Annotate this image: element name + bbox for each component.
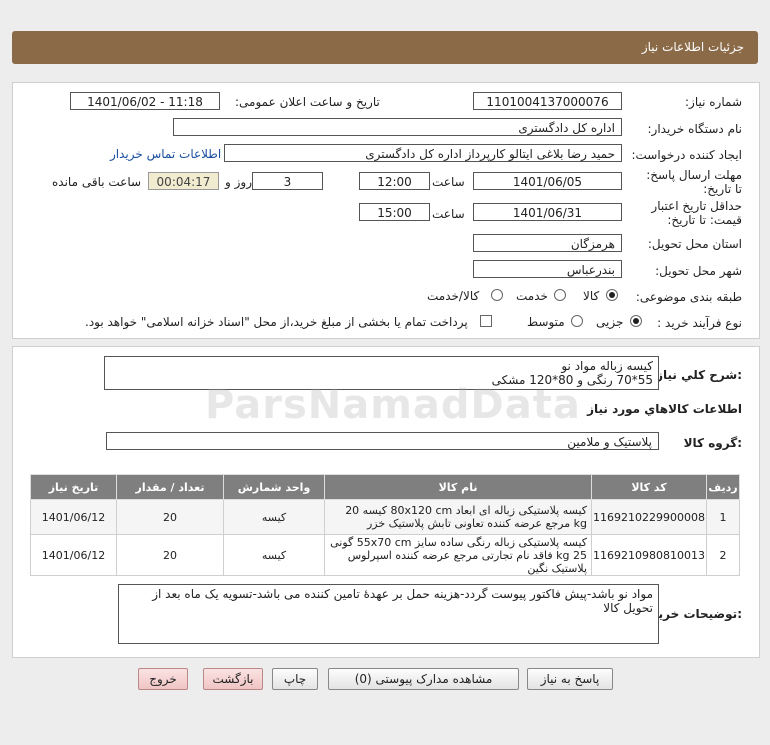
goods-table-header: ردیف کد کالا نام کالا واحد شمارش تعداد /…: [29, 474, 740, 500]
creator-label: ایجاد کننده درخواست:: [631, 148, 742, 162]
item-name: کیسه پلاستیکی زباله ای ابعاد 80x120 cm ک…: [324, 499, 593, 535]
col-row: ردیف: [706, 474, 740, 500]
days-field: 3: [252, 172, 323, 190]
announce-field: 1401/06/02 - 11:18: [70, 92, 220, 110]
city-label: شهر محل تحویل:: [655, 264, 742, 278]
category-option-service: خدمت: [516, 289, 548, 303]
category-radio-goods-service[interactable]: [491, 289, 503, 301]
reply-button[interactable]: پاسخ به نیاز: [527, 668, 613, 690]
buyer-org-field: اداره کل دادگستری: [173, 118, 622, 136]
deadline-time-label: ساعت: [432, 175, 465, 189]
item-unit: کیسه: [223, 534, 326, 576]
treasury-payment-checkbox[interactable]: [480, 315, 492, 327]
item-qty: 20: [116, 534, 225, 576]
validity-time-label: ساعت: [432, 207, 465, 221]
process-label: نوع فرآیند خرید :: [657, 316, 742, 330]
need-number-field: 1101004137000076: [473, 92, 622, 110]
row-number: 2: [706, 534, 740, 576]
page-title: جزئیات اطلاعات نیاز: [641, 40, 744, 54]
need-number-label: شماره نیاز:: [685, 95, 742, 109]
validity-label: حداقل تاریخ اعتبار قیمت: تا تاریخ:: [651, 199, 742, 227]
validity-date-field: 1401/06/31: [473, 203, 622, 221]
page-header: جزئیات اطلاعات نیاز: [12, 31, 758, 64]
province-label: استان محل تحویل:: [647, 237, 742, 251]
buyer-org-label: نام دستگاه خریدار:: [647, 122, 743, 136]
item-code: 1169210980810013: [591, 534, 707, 576]
col-qty: تعداد / مقدار: [116, 474, 225, 500]
col-date: تاریخ نیاز: [29, 474, 118, 500]
category-option-goods: کالا: [583, 289, 600, 303]
exit-button[interactable]: خروج: [138, 668, 188, 690]
process-option-medium: متوسط: [527, 315, 565, 329]
item-date: 1401/06/12: [29, 534, 118, 576]
goods-group-label: گروه کالا:: [683, 436, 742, 450]
days-label: روز و: [225, 175, 252, 189]
goods-info-title: اطلاعات کالاهاي مورد نياز: [587, 402, 742, 416]
buyer-contact-link[interactable]: اطلاعات تماس خریدار: [110, 147, 221, 161]
item-code: 1169210229900008: [591, 499, 707, 535]
goods-table: ردیف کد کالا نام کالا واحد شمارش تعداد /…: [29, 474, 740, 576]
process-radio-medium[interactable]: [571, 315, 583, 327]
deadline-time-field: 12:00: [359, 172, 430, 190]
print-button[interactable]: چاپ: [272, 668, 318, 690]
item-name: کیسه پلاستیکی زباله رنگی ساده سایز 55x70…: [324, 534, 593, 576]
col-name: نام کالا: [324, 474, 593, 500]
item-date: 1401/06/12: [29, 499, 118, 535]
remaining-timer: 00:04:17: [148, 172, 219, 190]
goods-group-field: پلاستیک و ملامین: [106, 432, 659, 450]
back-button[interactable]: بازگشت: [203, 668, 263, 690]
description-label: شرح کلي نياز:: [656, 368, 742, 382]
process-option-minor: جزیی: [596, 315, 624, 329]
table-row[interactable]: 1 1169210229900008 کیسه پلاستیکی زباله ا…: [29, 499, 740, 535]
row-number: 1: [706, 499, 740, 535]
buyer-notes-textarea: مواد نو باشد-پیش فاکتور پیوست گردد-هزینه…: [118, 584, 659, 644]
province-field: هرمزگان: [473, 234, 622, 252]
creator-field: حمید رضا بلاغی ایتالو کارپرداز اداره کل …: [224, 144, 622, 162]
col-code: کد کالا: [591, 474, 707, 500]
category-radio-goods[interactable]: [606, 289, 618, 301]
deadline-date-field: 1401/06/05: [473, 172, 622, 190]
col-unit: واحد شمارش: [223, 474, 326, 500]
deadline-label: مهلت ارسال پاسخ: تا تاریخ:: [646, 168, 742, 196]
validity-time-field: 15:00: [359, 203, 430, 221]
announce-label: تاریخ و ساعت اعلان عمومی:: [235, 95, 380, 109]
description-textarea: کیسه زباله مواد نو 55*70 رنگی و 80*120 م…: [104, 356, 659, 390]
table-row[interactable]: 2 1169210980810013 کیسه پلاستیکی زباله ر…: [29, 534, 740, 576]
city-field: بندرعباس: [473, 260, 622, 278]
item-unit: کیسه: [223, 499, 326, 535]
item-qty: 20: [116, 499, 225, 535]
attachments-button[interactable]: مشاهده مدارک پیوستی (0): [328, 668, 519, 690]
category-radio-service[interactable]: [554, 289, 566, 301]
category-label: طبقه بندی موضوعی:: [635, 290, 742, 304]
process-radio-minor[interactable]: [630, 315, 642, 327]
remaining-label: ساعت باقی مانده: [52, 175, 142, 189]
category-option-goods-service: کالا/خدمت: [427, 289, 480, 303]
treasury-payment-note: پرداخت تمام یا بخشی از مبلغ خرید،از محل …: [85, 315, 468, 329]
